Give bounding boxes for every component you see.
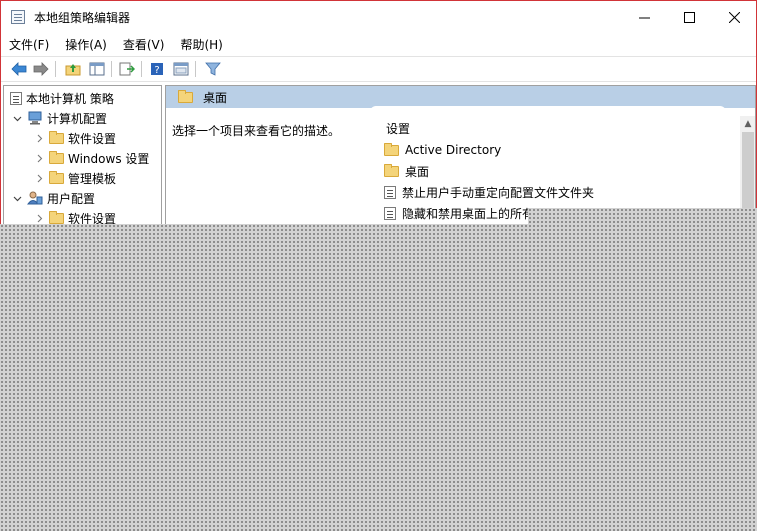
tree-item-windows-settings[interactable]: Windows 设置: [34, 148, 149, 168]
policy-setting-icon: [384, 206, 396, 220]
forward-button[interactable]: [31, 60, 51, 78]
tree-item-label: 软件设置: [68, 131, 117, 146]
policy-editor-icon: [11, 10, 25, 24]
tree-item-computer-config[interactable]: 计算机配置: [12, 108, 107, 128]
export-list-icon: [119, 62, 135, 76]
close-button[interactable]: [711, 1, 756, 33]
tree-item-label: Windows 设置: [68, 151, 150, 166]
list-item-policy-redirect[interactable]: 禁止用户手动重定向配置文件文件夹: [384, 182, 594, 202]
title-bar: 本地组策略编辑器: [1, 1, 756, 33]
toolbar-separator: [195, 61, 196, 77]
maximize-icon: [683, 11, 695, 23]
dotted-overlay: [0, 224, 757, 531]
back-button[interactable]: [9, 60, 29, 78]
chevron-right-icon[interactable]: [34, 213, 44, 223]
close-icon: [728, 11, 740, 23]
show-hide-tree-button[interactable]: [87, 60, 107, 78]
chevron-down-icon[interactable]: [12, 193, 22, 203]
details-header: 桌面: [166, 86, 755, 108]
tree-item-label: 计算机配置: [47, 111, 108, 126]
filter-icon: [205, 62, 221, 76]
policy-setting-icon: [384, 185, 396, 199]
help-icon: ?: [151, 63, 163, 76]
export-list-button[interactable]: [117, 60, 137, 78]
filter-button[interactable]: [203, 60, 223, 78]
help-button[interactable]: ?: [147, 60, 167, 78]
forward-arrow-icon: [33, 62, 49, 76]
show-hide-tree-icon: [89, 62, 105, 76]
minimize-button[interactable]: [621, 1, 667, 33]
chevron-right-icon[interactable]: [34, 173, 44, 183]
list-item-label: Active Directory: [405, 143, 502, 157]
details-header-title: 桌面: [203, 90, 228, 105]
column-header-settings[interactable]: 设置: [386, 120, 410, 137]
menu-view[interactable]: 查看(V): [123, 36, 165, 53]
chevron-down-icon[interactable]: [12, 113, 22, 123]
folder-icon: [178, 89, 193, 103]
properties-icon: [173, 62, 189, 76]
minimize-icon: [638, 17, 650, 18]
chevron-right-icon[interactable]: [34, 133, 44, 143]
list-item-label: 桌面: [405, 164, 430, 179]
tree-item-label: 用户配置: [47, 191, 96, 206]
tree-item-label: 管理模板: [68, 171, 117, 186]
tree-item-label: 本地计算机 策略: [26, 91, 114, 106]
tree-item-user-config[interactable]: 用户配置: [12, 188, 95, 208]
scrollbar-thumb[interactable]: [742, 132, 754, 212]
menu-action[interactable]: 操作(A): [65, 36, 107, 53]
folder-icon: [49, 170, 64, 184]
folder-icon: [49, 150, 64, 164]
menu-help[interactable]: 帮助(H): [180, 36, 222, 53]
back-arrow-icon: [11, 62, 27, 76]
up-one-level-button[interactable]: [63, 60, 83, 78]
menu-bar: 文件(F) 操作(A) 查看(V) 帮助(H): [1, 33, 756, 55]
description-text: 选择一个项目来查看它的描述。: [172, 124, 341, 138]
properties-button[interactable]: [171, 60, 191, 78]
window-title: 本地组策略编辑器: [34, 11, 131, 25]
scroll-up-icon[interactable]: ▲: [740, 116, 755, 132]
list-item-desktop[interactable]: 桌面: [384, 161, 429, 181]
menu-file[interactable]: 文件(F): [9, 36, 49, 53]
toolbar-separator: [55, 61, 56, 77]
folder-icon: [49, 210, 64, 224]
toolbar: ?: [1, 56, 756, 82]
up-folder-icon: [65, 64, 81, 76]
user-icon: [27, 191, 43, 205]
folder-icon: [384, 163, 399, 177]
list-item-active-directory[interactable]: Active Directory: [384, 140, 501, 160]
maximize-button[interactable]: [666, 1, 712, 33]
tree-item-software-settings[interactable]: 软件设置: [34, 128, 116, 148]
chevron-right-icon[interactable]: [34, 153, 44, 163]
folder-icon: [384, 142, 399, 156]
folder-icon: [49, 130, 64, 144]
tree-item-local-computer-policy[interactable]: 本地计算机 策略: [10, 88, 114, 108]
svg-text:?: ?: [154, 65, 159, 76]
toolbar-separator: [111, 61, 112, 77]
tree-item-admin-templates[interactable]: 管理模板: [34, 168, 116, 188]
policy-document-icon: [10, 91, 22, 105]
computer-icon: [28, 111, 42, 125]
dotted-overlay: [528, 208, 757, 224]
toolbar-separator: [141, 61, 142, 77]
list-item-label: 禁止用户手动重定向配置文件文件夹: [402, 185, 595, 200]
